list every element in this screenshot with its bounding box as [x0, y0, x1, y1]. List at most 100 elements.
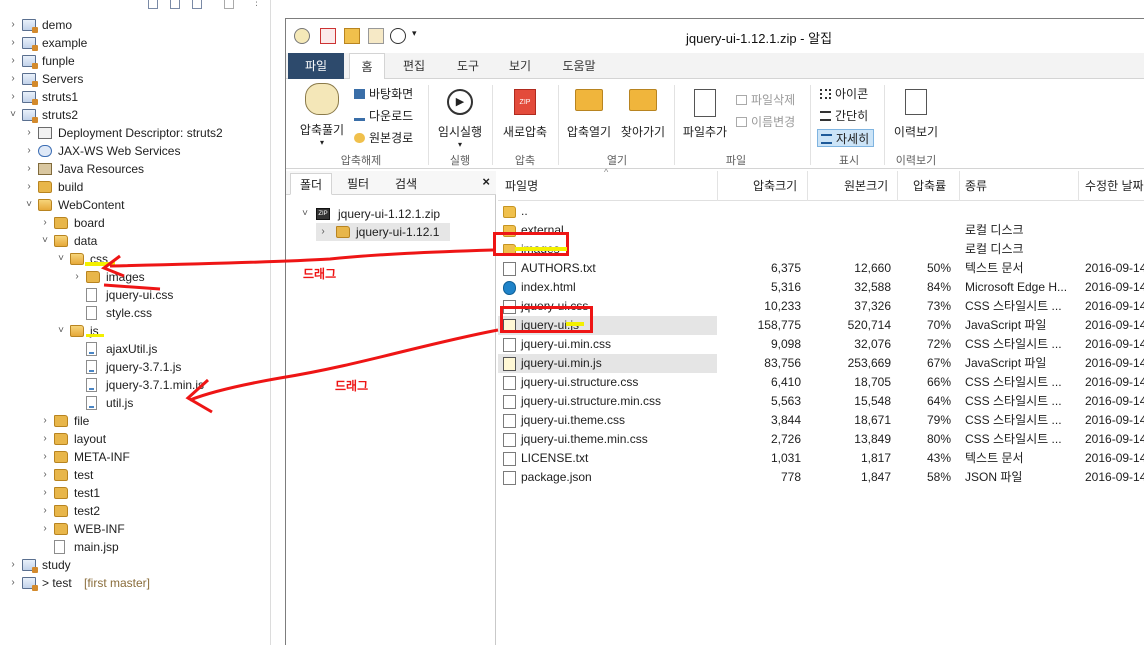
chevron-right-icon[interactable]: › — [40, 448, 50, 466]
tab-search[interactable]: 검색 — [386, 173, 426, 195]
tab-file[interactable]: 파일 — [288, 53, 344, 79]
chevron-right-icon[interactable]: › — [8, 52, 18, 70]
extract-original-path-button[interactable]: 원본경로 — [354, 129, 413, 147]
column-divider[interactable] — [717, 171, 718, 201]
tree-item[interactable]: jquery-3.7.1.js — [0, 358, 270, 376]
folder-tree-child[interactable]: › jquery-ui-1.12.1 — [316, 223, 450, 241]
file-row[interactable]: jquery-ui.structure.css 6,410 18,705 66% CSS… — [498, 373, 1144, 392]
history-button[interactable]: 이력보기 — [888, 89, 944, 140]
chevron-right-icon[interactable]: › — [24, 178, 34, 196]
chevron-right-icon[interactable]: › — [8, 574, 18, 592]
col-compressed-size[interactable]: 압축크기 — [753, 177, 797, 194]
chevron-down-icon[interactable]: ˅ — [8, 106, 18, 124]
file-row[interactable]: AUTHORS.txt 6,375 12,660 50% 텍스트 문서 2016-09-1… — [498, 259, 1144, 278]
tab-home[interactable]: 홈 — [349, 53, 385, 80]
tree-item[interactable]: jquery-ui.css — [0, 286, 270, 304]
tab-help[interactable]: 도움말 — [552, 53, 606, 79]
tree-item[interactable]: ˅ WebContent — [0, 196, 270, 214]
file-row[interactable]: jquery-ui.js 158,775 520,714 70% JavaScript … — [498, 316, 1144, 335]
rename-button[interactable]: 이름변경 — [736, 113, 795, 131]
extract-download-button[interactable]: 다운로드 — [354, 107, 413, 125]
tree-item[interactable]: › layout — [0, 430, 270, 448]
tree-item[interactable]: › build — [0, 178, 270, 196]
file-row[interactable]: jquery-ui.structure.min.css 5,563 15,548 64… — [498, 392, 1144, 411]
chevron-right-icon[interactable]: › — [24, 124, 34, 142]
chevron-down-icon[interactable]: ˅ — [300, 205, 310, 223]
chevron-right-icon[interactable]: › — [40, 502, 50, 520]
tab-view[interactable]: 보기 — [500, 53, 540, 79]
chevron-down-icon[interactable]: ˅ — [56, 250, 66, 268]
tree-item[interactable]: › test2 — [0, 502, 270, 520]
extract-desktop-button[interactable]: 바탕화면 — [354, 85, 413, 103]
tree-item[interactable]: ˅ js — [0, 322, 270, 340]
open-zip-button[interactable]: 압축열기 — [562, 89, 616, 140]
link-editor-icon[interactable] — [170, 0, 180, 9]
col-modified-date[interactable]: 수정한 날짜 — [1085, 177, 1144, 194]
view-icon-button[interactable]: 아이콘 — [820, 85, 868, 103]
file-row[interactable]: images로컬 디스크 — [498, 240, 1144, 259]
add-file-button[interactable]: 파일추가 — [678, 89, 732, 140]
chevron-right-icon[interactable]: › — [40, 484, 50, 502]
tab-edit[interactable]: 편집 — [394, 53, 434, 79]
chevron-right-icon[interactable]: › — [24, 160, 34, 178]
chevron-right-icon[interactable]: › — [8, 88, 18, 106]
tree-item[interactable]: main.jsp — [0, 538, 270, 556]
chevron-right-icon[interactable]: › — [72, 268, 82, 286]
file-row[interactable]: jquery-ui.theme.css 3,844 18,671 79% CSS 스타일… — [498, 411, 1144, 430]
extract-button[interactable]: 압축풀기 ▾ — [292, 83, 352, 147]
tree-item[interactable]: util.js — [0, 394, 270, 412]
file-row[interactable]: package.json 778 1,847 58% JSON 파일 2016-09-14 — [498, 468, 1144, 487]
col-original-size[interactable]: 원본크기 — [844, 177, 888, 194]
delete-file-button[interactable]: 파일삭제 — [736, 91, 795, 109]
tree-item[interactable]: › example — [0, 34, 270, 52]
chevron-right-icon[interactable]: › — [40, 430, 50, 448]
chevron-right-icon[interactable]: › — [8, 16, 18, 34]
tree-item[interactable]: ˅ struts2 — [0, 106, 270, 124]
chevron-right-icon[interactable]: › — [40, 214, 50, 232]
tree-item[interactable]: ˅ css — [0, 250, 270, 268]
temp-run-button[interactable]: ▶ 임시실행 ▾ — [432, 89, 488, 149]
tree-item[interactable]: › Java Resources — [0, 160, 270, 178]
tree-item[interactable]: › demo — [0, 16, 270, 34]
tree-item[interactable]: › funple — [0, 52, 270, 70]
tree-item[interactable]: ˅ data — [0, 232, 270, 250]
open-folder-icon[interactable] — [344, 28, 360, 44]
tree-item[interactable]: style.css — [0, 304, 270, 322]
file-row[interactable]: jquery-ui.min.css 9,098 32,076 72% CSS 스타일시트… — [498, 335, 1144, 354]
col-ratio[interactable]: 압축률 — [913, 177, 946, 194]
col-name[interactable]: 파일명 — [505, 177, 538, 194]
view-menu-icon[interactable]: ⋮ — [252, 0, 261, 8]
file-row[interactable]: jquery-ui.min.js 83,756 253,669 67% JavaScri… — [498, 354, 1144, 373]
file-row[interactable]: index.html 5,316 32,588 84% Microsoft Edge H… — [498, 278, 1144, 297]
file-row[interactable]: jquery-ui.theme.min.css 2,726 13,849 80% CSS… — [498, 430, 1144, 449]
quick-access-dropdown-icon[interactable]: ▾ — [412, 28, 417, 39]
chevron-right-icon[interactable]: › — [8, 556, 18, 574]
file-row[interactable]: jquery-ui.css 10,233 37,326 73% CSS 스타일시트 ..… — [498, 297, 1144, 316]
col-type[interactable]: 종류 — [965, 177, 987, 194]
column-divider[interactable] — [807, 171, 808, 201]
filter-icon[interactable] — [192, 0, 202, 9]
close-icon[interactable]: × — [482, 174, 490, 189]
file-row[interactable]: external 로컬 디스크 — [498, 221, 1144, 240]
chevron-right-icon[interactable]: › — [318, 223, 328, 241]
column-divider[interactable] — [1078, 171, 1079, 201]
chevron-down-icon[interactable]: ˅ — [24, 196, 34, 214]
chevron-right-icon[interactable]: › — [40, 412, 50, 430]
tree-item[interactable]: › Servers — [0, 70, 270, 88]
tree-item[interactable]: ajaxUtil.js — [0, 340, 270, 358]
focus-icon[interactable] — [224, 0, 234, 9]
chevron-right-icon[interactable]: › — [8, 34, 18, 52]
chevron-down-icon[interactable]: ˅ — [40, 232, 50, 250]
tree-item[interactable]: › Deployment Descriptor: struts2 — [0, 124, 270, 142]
chevron-right-icon[interactable]: › — [40, 520, 50, 538]
extract-quick-icon[interactable] — [368, 28, 384, 44]
tab-tools[interactable]: 도구 — [448, 53, 488, 79]
column-divider[interactable] — [897, 171, 898, 201]
find-location-button[interactable]: 찾아가기 — [616, 89, 670, 140]
tab-filter[interactable]: 필터 — [338, 173, 378, 195]
view-simple-button[interactable]: 간단히 — [820, 107, 868, 125]
chevron-right-icon[interactable]: › — [40, 466, 50, 484]
tree-item[interactable]: › test — [0, 466, 270, 484]
new-zip-button[interactable]: ZIP 새로압축 — [496, 89, 554, 140]
tree-item[interactable]: › images — [0, 268, 270, 286]
